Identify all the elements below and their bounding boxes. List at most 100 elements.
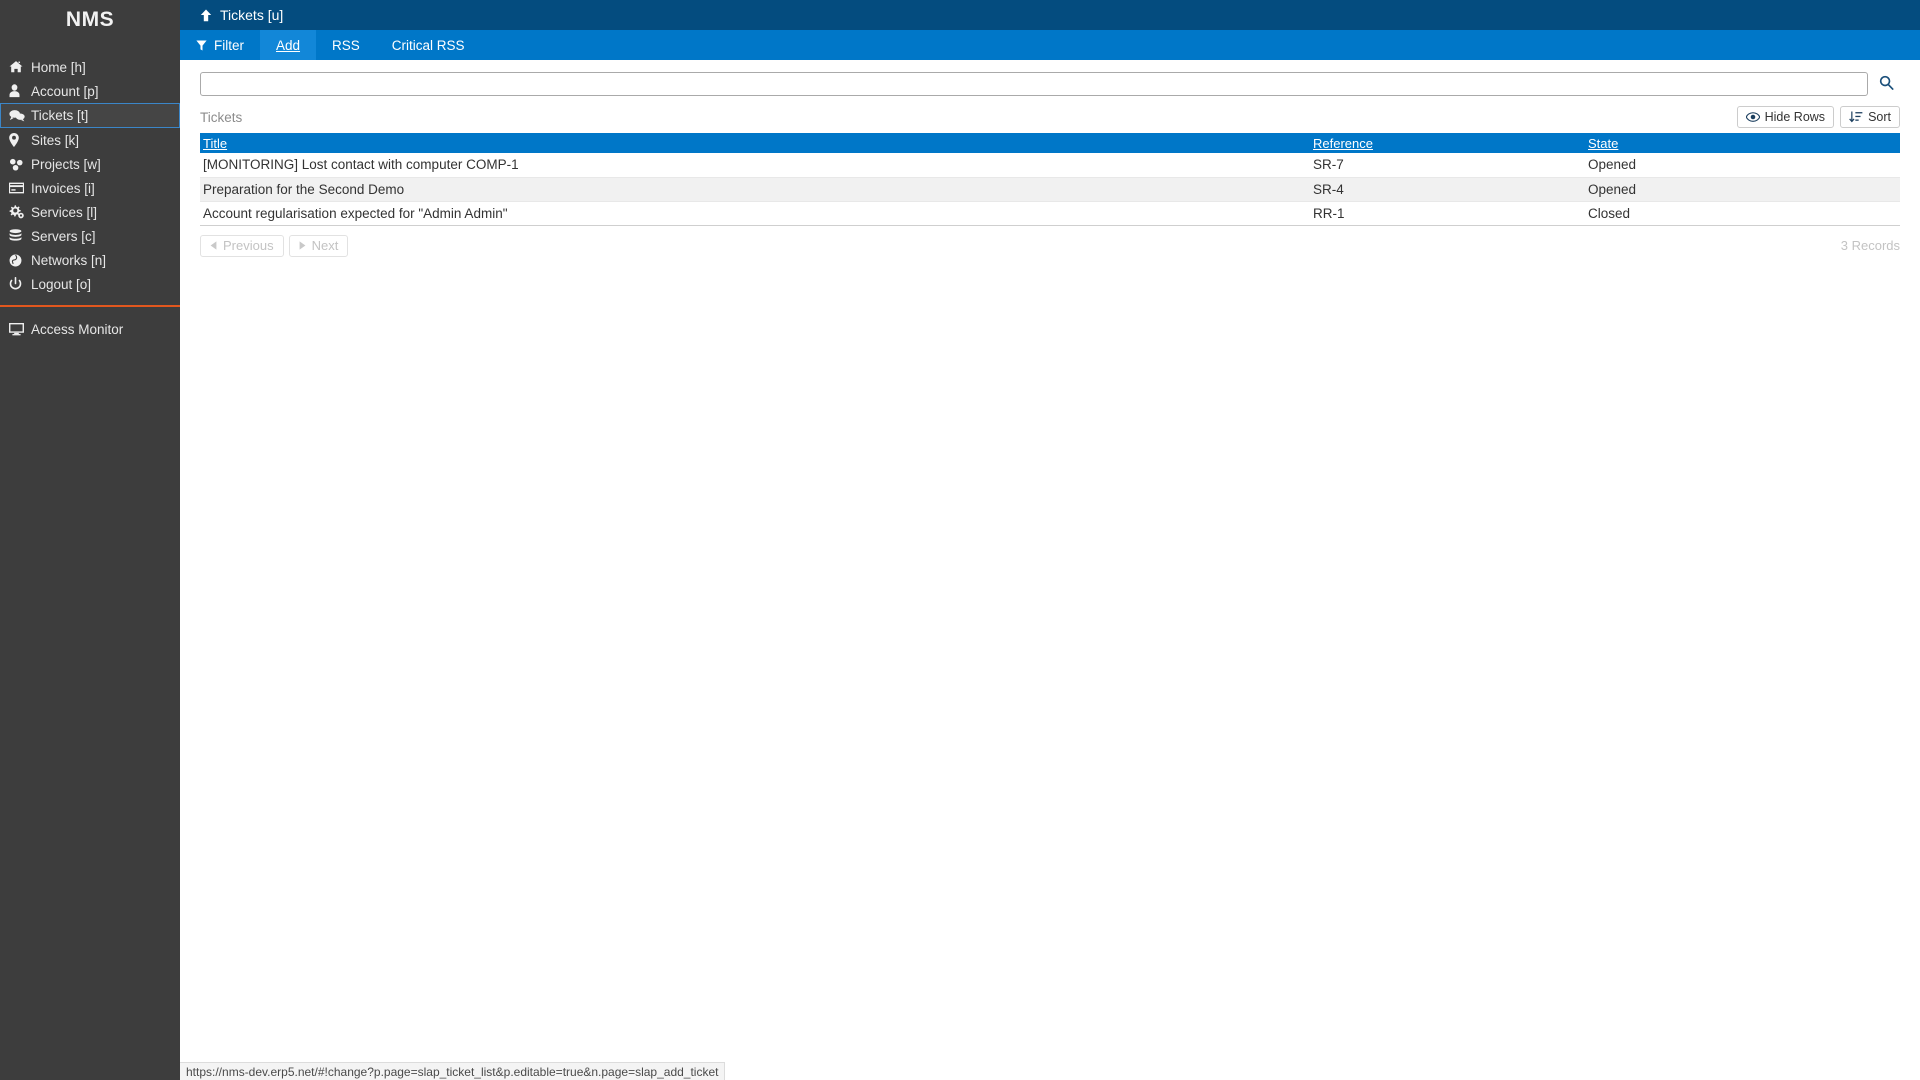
sidebar-item-access-monitor[interactable]: Access Monitor — [0, 317, 180, 341]
sidebar-item-label: Networks [n] — [31, 252, 107, 268]
table-body: [MONITORING] Lost contact with computer … — [200, 153, 1900, 226]
table-header-row: Title Reference State — [200, 133, 1900, 153]
brand-logo: NMS — [65, 8, 115, 31]
records-count: 3 Records — [1840, 238, 1900, 253]
desktop-icon — [9, 322, 31, 336]
sidebar-item-label: Home [h] — [31, 59, 86, 75]
sidebar-item-invoices[interactable]: Invoices [i] — [0, 176, 180, 200]
sidebar-item-label: Invoices [i] — [31, 180, 95, 196]
pagination-bar: Previous Next 3 Records — [180, 226, 1920, 257]
sidebar-item-label: Account [p] — [31, 83, 99, 99]
table-row[interactable]: [MONITORING] Lost contact with computer … — [200, 153, 1900, 178]
previous-page-label: Previous — [223, 238, 274, 253]
tool-label: Sort — [1868, 110, 1891, 124]
sidebar-divider — [0, 305, 180, 307]
sidebar-item-label: Sites [k] — [31, 132, 80, 148]
search-input[interactable] — [200, 72, 1868, 96]
sort-button[interactable]: Sort — [1840, 106, 1900, 128]
action-rss[interactable]: RSS — [316, 30, 376, 60]
previous-page-button[interactable]: Previous — [200, 234, 284, 257]
action-add[interactable]: Add — [260, 30, 317, 60]
column-header-title: Title — [200, 133, 1310, 153]
next-page-label: Next — [311, 238, 339, 253]
table-head: Title Reference State — [200, 133, 1900, 153]
cell-state: Opened — [1585, 177, 1900, 202]
action-label: Critical RSS — [391, 37, 465, 53]
table-container: Title Reference State [MONITORING] Lost … — [180, 128, 1920, 226]
user-icon — [9, 84, 31, 98]
database-icon — [9, 229, 31, 243]
home-icon — [9, 60, 31, 74]
pagination-buttons: Previous Next — [200, 234, 349, 257]
sidebar: NMS Home [h] Account [p] Tickets [t] Sit… — [0, 0, 180, 1080]
table-row[interactable]: Preparation for the Second Demo SR-4 Ope… — [200, 177, 1900, 202]
main-content: Tickets [u] Filter Add RSS Critical RSS — [180, 0, 1920, 1080]
action-label: Add — [276, 37, 301, 53]
sidebar-item-services[interactable]: Services [l] — [0, 200, 180, 224]
globe-icon — [9, 254, 31, 267]
action-label: Filter — [214, 37, 244, 53]
column-header-state: State — [1585, 133, 1900, 153]
table-row[interactable]: Account regularisation expected for "Adm… — [200, 201, 1900, 226]
sort-icon — [1849, 111, 1863, 123]
cell-title: Preparation for the Second Demo — [200, 177, 1310, 202]
cell-state: Closed — [1585, 201, 1900, 226]
breadcrumb: Tickets [u] — [220, 7, 284, 23]
arrow-up-icon[interactable] — [200, 9, 218, 22]
triangle-left-icon — [210, 241, 217, 250]
sidebar-secondary-nav: Access Monitor — [0, 317, 180, 341]
next-page-button[interactable]: Next — [288, 234, 349, 257]
sidebar-item-servers[interactable]: Servers [c] — [0, 224, 180, 248]
sidebar-item-label: Access Monitor — [31, 321, 124, 337]
hide-rows-button[interactable]: Hide Rows — [1736, 106, 1835, 128]
search-icon — [1879, 75, 1894, 93]
filter-icon — [196, 40, 207, 51]
power-icon — [9, 277, 31, 291]
sidebar-nav: Home [h] Account [p] Tickets [t] Sites [… — [0, 55, 180, 341]
listing-header: Tickets Hide Rows Sort — [180, 96, 1920, 128]
top-header-bar: Tickets [u] — [180, 0, 1920, 30]
cubes-icon — [9, 158, 31, 171]
cell-state: Opened — [1585, 153, 1900, 178]
cell-reference: RR-1 — [1310, 201, 1585, 226]
action-critical-rss[interactable]: Critical RSS — [376, 30, 481, 60]
eye-icon — [1745, 112, 1760, 122]
sidebar-item-label: Logout [o] — [31, 276, 92, 292]
map-marker-icon — [9, 133, 31, 147]
gears-icon — [9, 205, 31, 219]
comments-icon — [9, 109, 31, 122]
listing-title: Tickets — [200, 109, 243, 125]
sort-link-state[interactable]: State — [1588, 136, 1618, 151]
sidebar-item-label: Services [l] — [31, 204, 98, 220]
cell-reference: SR-4 — [1310, 177, 1585, 202]
sort-link-reference[interactable]: Reference — [1313, 136, 1373, 151]
sidebar-item-networks[interactable]: Networks [n] — [0, 248, 180, 272]
credit-card-icon — [9, 182, 31, 194]
action-bar: Filter Add RSS Critical RSS — [180, 30, 1920, 60]
sidebar-item-projects[interactable]: Projects [w] — [0, 152, 180, 176]
status-bar-url: https://nms-dev.erp5.net/#!change?p.page… — [186, 1064, 719, 1079]
sidebar-item-account[interactable]: Account [p] — [0, 79, 180, 103]
column-header-reference: Reference — [1310, 133, 1585, 153]
action-label: RSS — [332, 37, 360, 53]
triangle-right-icon — [299, 241, 306, 250]
tool-label: Hide Rows — [1764, 110, 1826, 124]
sort-link-title[interactable]: Title — [203, 136, 227, 151]
status-bar: https://nms-dev.erp5.net/#!change?p.page… — [180, 1062, 726, 1080]
search-area — [180, 60, 1920, 96]
search-button[interactable] — [1872, 72, 1900, 96]
action-filter[interactable]: Filter — [180, 30, 260, 60]
sidebar-item-label: Servers [c] — [31, 228, 96, 244]
tickets-table: Title Reference State [MONITORING] Lost … — [200, 133, 1900, 226]
sidebar-item-label: Tickets [t] — [31, 108, 89, 123]
cell-title: Account regularisation expected for "Adm… — [200, 201, 1310, 226]
application-window: NMS Home [h] Account [p] Tickets [t] Sit… — [0, 0, 1920, 1080]
sidebar-item-sites[interactable]: Sites [k] — [0, 128, 180, 152]
sidebar-item-tickets[interactable]: Tickets [t] — [0, 103, 180, 128]
sidebar-item-label: Projects [w] — [31, 156, 101, 172]
cell-title: [MONITORING] Lost contact with computer … — [200, 153, 1310, 178]
cell-reference: SR-7 — [1310, 153, 1585, 178]
listing-tools: Hide Rows Sort — [1736, 106, 1900, 128]
sidebar-item-home[interactable]: Home [h] — [0, 55, 180, 79]
sidebar-item-logout[interactable]: Logout [o] — [0, 272, 180, 296]
